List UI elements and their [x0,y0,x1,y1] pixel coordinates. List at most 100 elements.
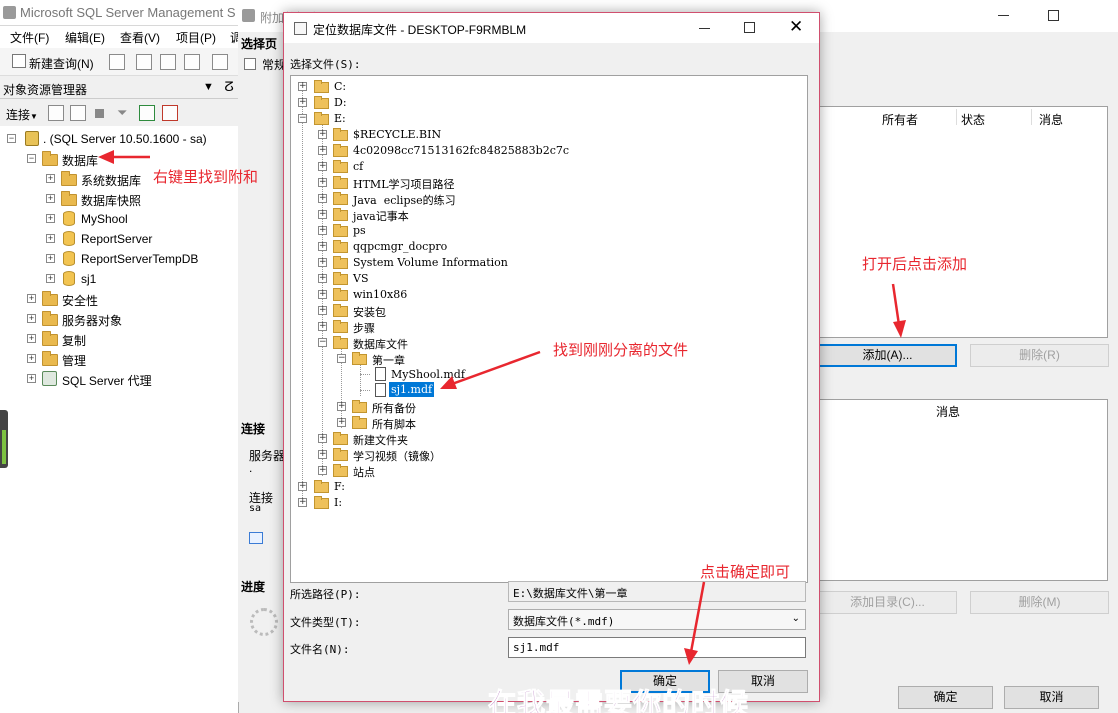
tree-label: F: [334,480,345,493]
expand-icon[interactable]: + [46,254,55,263]
filter-icon[interactable]: ⏷ [117,105,127,121]
expand-icon[interactable]: + [318,178,327,187]
maximize-icon[interactable] [744,22,755,33]
folder-icon [333,192,348,205]
expand-icon[interactable]: + [27,314,36,323]
expand-icon[interactable]: + [318,450,327,459]
expand-icon[interactable]: + [46,274,55,283]
expand-icon[interactable]: + [298,98,307,107]
expand-icon[interactable]: + [298,82,307,91]
connect-icon[interactable] [48,105,64,121]
menu-edit[interactable]: 编辑(E) [65,29,105,46]
expand-icon[interactable]: + [27,294,36,303]
expand-icon[interactable]: + [298,482,307,491]
expand-icon[interactable]: + [318,290,327,299]
dialog-title-bar: 定位数据库文件 - DESKTOP-F9RMBLM ✕ [284,13,819,43]
connect-label: 连接 [6,108,31,122]
expand-icon[interactable]: + [46,174,55,183]
folder-icon [42,351,58,366]
expand-icon[interactable]: + [318,306,327,315]
bottom-overlay-text: 在我最需要你的时候 [487,688,750,713]
view-connection-icon[interactable] [249,532,263,544]
expand-icon[interactable]: + [318,210,327,219]
expand-icon[interactable]: + [318,274,327,283]
remove-detail-button[interactable]: 删除(M) [970,591,1109,614]
expand-icon[interactable]: + [46,214,55,223]
expand-icon[interactable]: + [46,194,55,203]
toolbar-file-icon[interactable] [109,54,125,70]
expand-icon[interactable]: + [46,234,55,243]
wizard-cancel-button[interactable]: 取消 [1004,686,1099,709]
locate-database-files-dialog: 定位数据库文件 - DESKTOP-F9RMBLM ✕ 选择文件(S): + C… [283,12,820,702]
dialog-app-icon [294,22,307,35]
file-icon [375,367,386,381]
collapse-icon[interactable]: − [7,134,16,143]
collapse-icon[interactable]: − [337,354,346,363]
folder-open-icon [333,336,348,349]
stop-icon[interactable] [95,109,104,118]
file-type-select[interactable]: 数据库文件(*.mdf) ⌄ [508,609,806,630]
folder-icon [333,176,348,189]
new-query-button[interactable]: 新建查询(N) [29,55,94,72]
expand-icon[interactable]: + [337,402,346,411]
add-database-button[interactable]: 添加(A)... [818,344,957,367]
pin-icon[interactable]: ⵒ [224,79,234,95]
maximize-icon[interactable] [1048,10,1059,21]
activity-icon[interactable] [162,105,178,121]
annotation-click-add: 打开后点击添加 [862,256,968,273]
expand-icon[interactable]: + [318,146,327,155]
connect-dropdown[interactable]: 连接▼ [6,106,38,123]
toolbar-mdx-icon[interactable] [136,54,152,70]
ssms-title: Microsoft SQL Server Management S [20,5,236,20]
tree-label: E: [334,112,346,125]
close-icon[interactable]: ✕ [789,17,803,37]
tree-guide [302,84,303,504]
menu-file[interactable]: 文件(F) [10,29,49,46]
toolbar-dmx-icon[interactable] [160,54,176,70]
wizard-ok-button[interactable]: 确定 [898,686,993,709]
collapse-icon[interactable]: − [27,154,36,163]
column-header-message: 消息 [936,405,961,419]
minimize-icon[interactable] [998,15,1009,16]
expand-icon[interactable]: + [318,162,327,171]
expand-icon[interactable]: + [337,418,346,427]
tree-label: I: [334,496,343,509]
disconnect-icon[interactable] [70,105,86,121]
database-details-grid: 消息 [818,399,1108,581]
refresh-icon[interactable] [139,105,155,121]
databases-to-attach-grid: 所有者 状态 消息 [818,106,1108,338]
minimize-icon[interactable] [699,28,710,29]
expand-icon[interactable]: + [27,374,36,383]
collapse-icon[interactable]: − [318,338,327,347]
expand-icon[interactable]: + [318,226,327,235]
tree-label: System Volume Information [353,256,508,269]
folder-icon [333,240,348,253]
tree-label: ps [353,224,366,237]
file-name-input[interactable]: sj1.mdf [508,637,806,658]
menu-view[interactable]: 查看(V) [120,29,160,46]
tree-label: 步骤 [353,322,375,335]
expand-icon[interactable]: + [298,498,307,507]
toolbar-open-icon[interactable] [212,54,228,70]
selected-path-label: 所选路径(P): [290,588,361,601]
expand-icon[interactable]: + [27,334,36,343]
expand-icon[interactable]: + [318,258,327,267]
add-catalog-button[interactable]: 添加目录(C)... [818,591,957,614]
file-name-label: 文件名(N): [290,643,350,656]
expand-icon[interactable]: + [318,434,327,443]
expand-icon[interactable]: + [318,130,327,139]
toolbar-xmla-icon[interactable] [184,54,200,70]
remove-database-button[interactable]: 删除(R) [970,344,1109,367]
expand-icon[interactable]: + [318,242,327,251]
tree-label: 新建文件夹 [353,434,408,447]
chevron-down-icon[interactable]: ▼ [203,81,214,93]
expand-icon[interactable]: + [27,354,36,363]
expand-icon[interactable]: + [318,194,327,203]
expand-icon[interactable]: + [318,322,327,331]
tree-label: 安装包 [353,306,386,319]
collapse-icon[interactable]: − [298,114,307,123]
folder-open-icon [352,352,367,365]
tree-guide [360,390,370,391]
menu-project[interactable]: 项目(P) [176,29,216,46]
expand-icon[interactable]: + [318,466,327,475]
